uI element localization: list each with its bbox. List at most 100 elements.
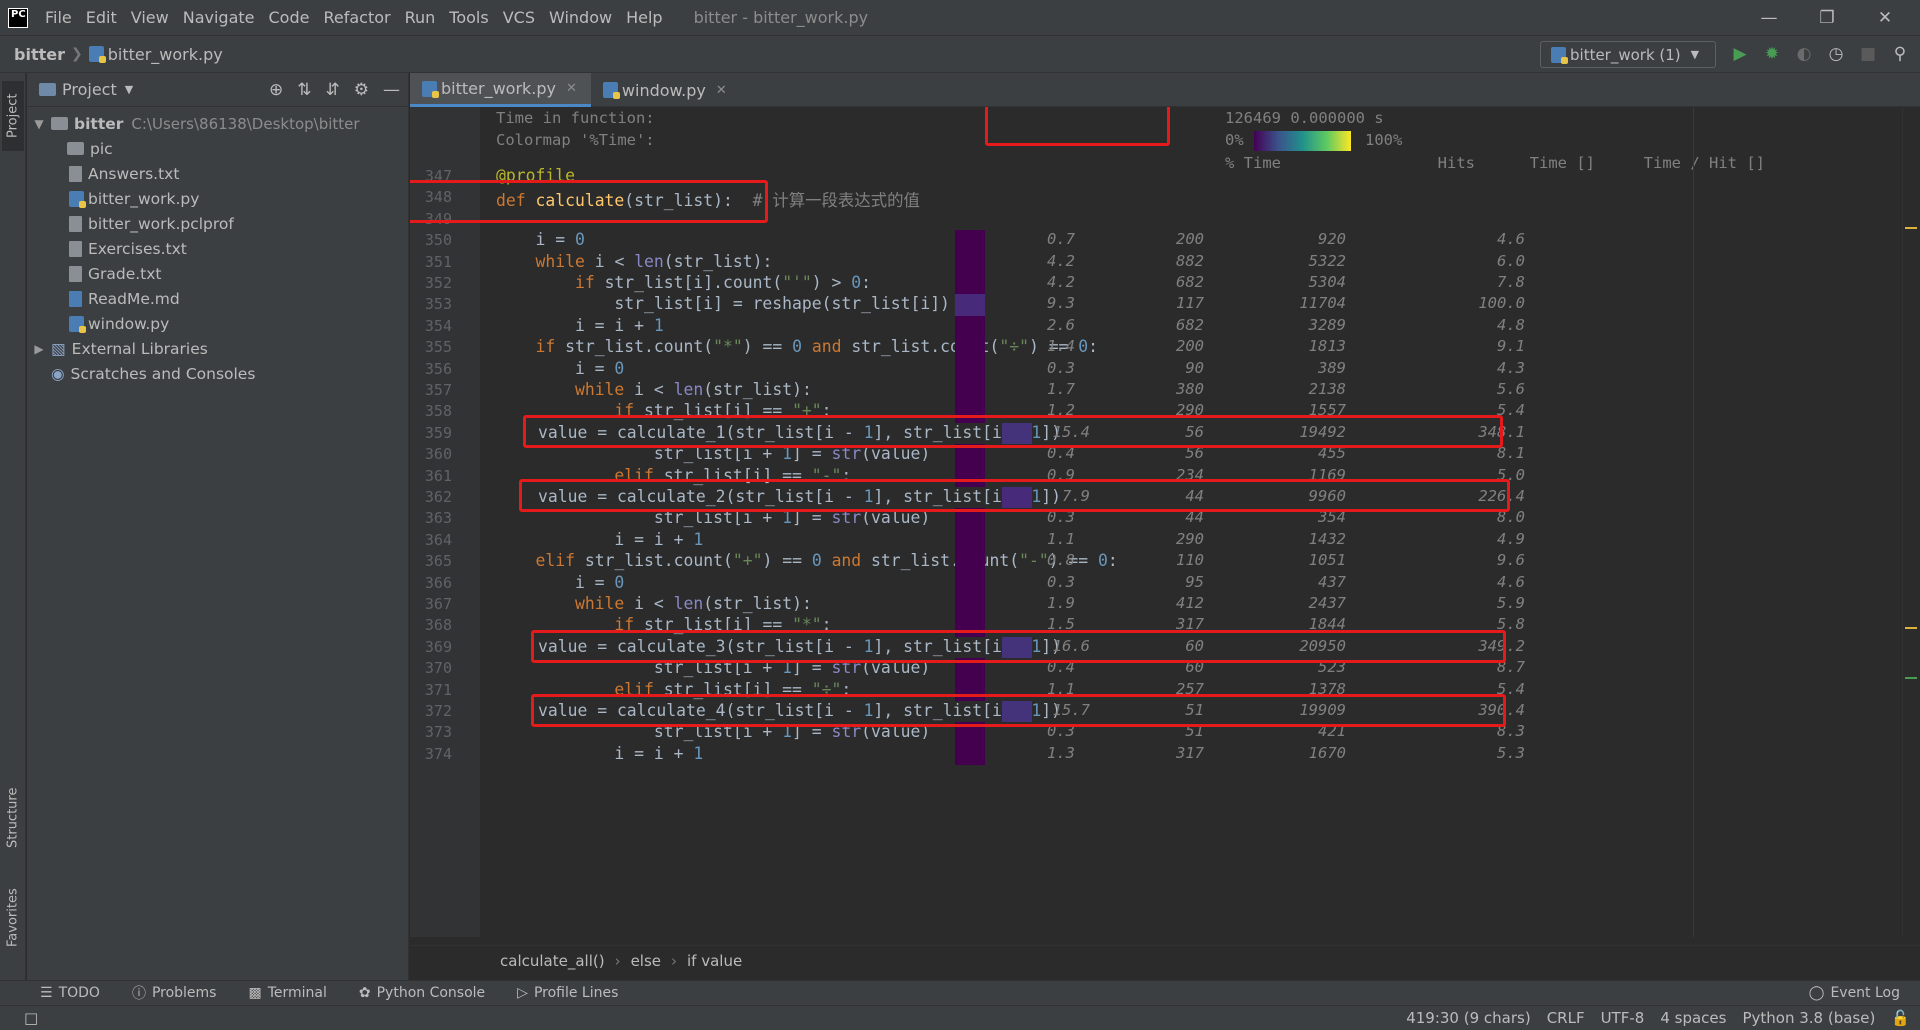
- code-line[interactable]: value = calculate_1(str_list[i - 1], str…: [538, 423, 1061, 442]
- tree-item-exercises[interactable]: Exercises.txt: [27, 236, 408, 261]
- crumb-if-value[interactable]: if value: [687, 952, 742, 970]
- editor-scrollbar[interactable]: [1902, 107, 1920, 937]
- tool-profile-lines[interactable]: ▷ Profile Lines: [517, 985, 618, 1001]
- code-line[interactable]: if str_list[i] == "*":: [496, 615, 831, 634]
- debug-icon[interactable]: ✹: [1762, 44, 1782, 64]
- line-number[interactable]: 357: [410, 381, 452, 399]
- menu-vcs[interactable]: VCS: [496, 8, 542, 27]
- close-tab-icon[interactable]: ✕: [566, 81, 577, 96]
- line-number[interactable]: 370: [410, 659, 452, 677]
- code-line[interactable]: elif str_list[i] == "÷":: [496, 680, 851, 699]
- line-number[interactable]: 355: [410, 338, 452, 356]
- menu-window[interactable]: Window: [542, 8, 619, 27]
- line-number[interactable]: 369: [410, 638, 452, 656]
- code-line[interactable]: value = calculate_3(str_list[i - 1], str…: [538, 637, 1061, 656]
- tab-bitter-work[interactable]: bitter_work.py ✕: [410, 73, 591, 107]
- crumb-function[interactable]: calculate_all(): [500, 952, 605, 970]
- minimize-icon[interactable]: —: [1740, 0, 1798, 35]
- tree-item-answers[interactable]: Answers.txt: [27, 161, 408, 186]
- line-number[interactable]: 358: [410, 402, 452, 420]
- tab-window[interactable]: window.py ✕: [591, 73, 741, 107]
- line-number[interactable]: 351: [410, 253, 452, 271]
- code-line[interactable]: value = calculate_2(str_list[i - 1], str…: [538, 487, 1061, 506]
- code-line[interactable]: str_list[i + 1] = str(value): [496, 658, 930, 677]
- run-configuration-select[interactable]: bitter_work (1) ▼: [1540, 41, 1716, 68]
- line-number[interactable]: 368: [410, 616, 452, 634]
- code-line[interactable]: str_list[i + 1] = str(value): [496, 444, 930, 463]
- line-number[interactable]: 371: [410, 681, 452, 699]
- code-line[interactable]: i = 0: [496, 359, 624, 378]
- menu-refactor[interactable]: Refactor: [316, 8, 397, 27]
- profile-icon[interactable]: ◷: [1826, 44, 1846, 64]
- menu-run[interactable]: Run: [398, 8, 443, 27]
- line-number[interactable]: 360: [410, 445, 452, 463]
- line-number[interactable]: 374: [410, 745, 452, 763]
- code-line[interactable]: i = i + 1: [496, 744, 703, 763]
- code-line[interactable]: while i < len(str_list):: [496, 594, 812, 613]
- close-tab-icon[interactable]: ✕: [716, 83, 727, 98]
- code-line[interactable]: str_list[i] = reshape(str_list[i]): [496, 294, 950, 313]
- code-line[interactable]: elif str_list[i] == "-":: [496, 466, 851, 485]
- python-interpreter[interactable]: Python 3.8 (base): [1742, 1009, 1875, 1027]
- code-line[interactable]: str_list[i + 1] = str(value): [496, 722, 930, 741]
- tool-todo[interactable]: ☰ TODO: [40, 985, 100, 1001]
- line-number[interactable]: 365: [410, 552, 452, 570]
- line-number[interactable]: 356: [410, 360, 452, 378]
- tool-problems[interactable]: ⓘ Problems: [132, 983, 217, 1003]
- stop-icon[interactable]: ■: [1858, 44, 1878, 64]
- code-line[interactable]: str_list[i + 1] = str(value): [496, 508, 930, 527]
- line-number[interactable]: 359: [410, 424, 452, 442]
- restore-icon[interactable]: ❐: [1798, 0, 1856, 35]
- menu-navigate[interactable]: Navigate: [176, 8, 262, 27]
- code-line[interactable]: i = i + 1: [496, 316, 664, 335]
- tree-root[interactable]: ▼ bitter C:\Users\86138\Desktop\bitter: [27, 111, 408, 136]
- menu-file[interactable]: File: [38, 8, 79, 27]
- tree-item-pclprof[interactable]: bitter_work.pclprof: [27, 211, 408, 236]
- code-line[interactable]: value = calculate_4(str_list[i - 1], str…: [538, 701, 1061, 720]
- line-number[interactable]: 366: [410, 574, 452, 592]
- lock-icon[interactable]: 🔓: [1891, 1009, 1910, 1027]
- tree-external-libraries[interactable]: ▶ ▧ External Libraries: [27, 336, 408, 361]
- tree-item-readme[interactable]: ReadMe.md: [27, 286, 408, 311]
- code-line[interactable]: if str_list[i].count("'") > 0:: [496, 273, 871, 292]
- code-line[interactable]: while i < len(str_list):: [496, 252, 772, 271]
- line-number[interactable]: 354: [410, 317, 452, 335]
- expand-all-icon[interactable]: ⇅: [297, 80, 311, 100]
- line-number[interactable]: 364: [410, 531, 452, 549]
- close-icon[interactable]: ✕: [1856, 0, 1914, 35]
- coverage-icon[interactable]: ◐: [1794, 44, 1814, 64]
- tree-scratches[interactable]: ◉ Scratches and Consoles: [27, 361, 408, 386]
- line-number[interactable]: 363: [410, 509, 452, 527]
- line-number[interactable]: 349: [410, 210, 452, 228]
- run-icon[interactable]: ▶: [1730, 44, 1750, 64]
- tool-terminal[interactable]: ▩ Terminal: [248, 985, 326, 1001]
- line-number[interactable]: 353: [410, 295, 452, 313]
- chevron-right-icon[interactable]: ▶: [31, 342, 47, 356]
- line-number[interactable]: 373: [410, 723, 452, 741]
- hide-icon[interactable]: —: [383, 80, 400, 100]
- inspection-warning[interactable]: ⚠ 2 ⌃ ⌄: [1830, 107, 1904, 111]
- code-line[interactable]: i = i + 1: [496, 530, 703, 549]
- tree-item-pic[interactable]: pic: [27, 136, 408, 161]
- tool-python-console[interactable]: ✿ Python Console: [359, 985, 485, 1001]
- file-encoding[interactable]: UTF-8: [1601, 1009, 1645, 1027]
- line-number[interactable]: 352: [410, 274, 452, 292]
- menu-code[interactable]: Code: [262, 8, 317, 27]
- indent-setting[interactable]: 4 spaces: [1660, 1009, 1726, 1027]
- code-line[interactable]: @profile: [496, 166, 575, 185]
- line-number[interactable]: 372: [410, 702, 452, 720]
- chevron-down-icon[interactable]: ▼: [125, 83, 133, 96]
- collapse-all-icon[interactable]: ⇵: [326, 80, 340, 100]
- menu-help[interactable]: Help: [619, 8, 669, 27]
- menu-tools[interactable]: Tools: [442, 8, 495, 27]
- code-line[interactable]: while i < len(str_list):: [496, 380, 812, 399]
- chevron-down-icon[interactable]: ▼: [31, 117, 47, 131]
- tree-item-window[interactable]: window.py: [27, 311, 408, 336]
- line-number[interactable]: 367: [410, 595, 452, 613]
- code-line[interactable]: def calculate(str_list): # 计算一段表达式的值: [496, 187, 920, 211]
- line-number[interactable]: 361: [410, 467, 452, 485]
- code-line[interactable]: i = 0: [496, 230, 584, 249]
- code-line[interactable]: if str_list[i] == "+":: [496, 401, 831, 420]
- breadcrumb-file[interactable]: bitter_work.py: [88, 45, 223, 64]
- gear-icon[interactable]: ⚙: [354, 80, 369, 100]
